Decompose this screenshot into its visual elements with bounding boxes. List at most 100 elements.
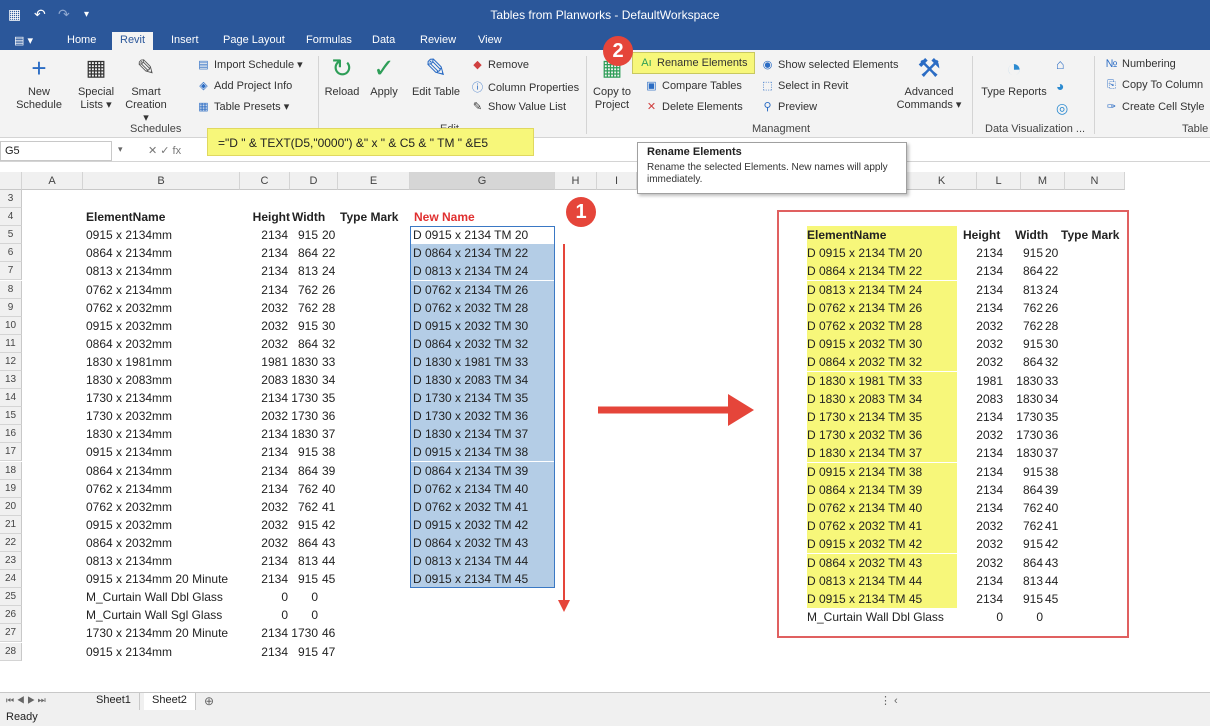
table-cell-new-name[interactable]: D 0762 x 2032 TM 28 [411,298,554,317]
table-cell-elementname[interactable]: 0915 x 2032mm [86,317,238,335]
table-cell-height[interactable]: 2134 [240,262,288,280]
row-header[interactable]: 10 [0,316,22,335]
table-cell-height[interactable]: 2134 [240,480,288,498]
table-cell-type-mark[interactable]: 47 [322,643,362,661]
table-cell-height[interactable]: 2032 [240,407,288,425]
table-cell-width[interactable]: 864 [290,335,320,353]
table-cell-type-mark[interactable]: 24 [322,262,362,280]
table-cell-height[interactable]: 2134 [240,244,288,262]
remove-button[interactable]: ◆ Remove [470,58,529,71]
column-header-i[interactable]: I [597,172,637,190]
create-cell-style-button[interactable]: ✑ Create Cell Style [1104,100,1205,113]
row-header[interactable]: 12 [0,352,22,371]
header-cell-width[interactable]: Width [292,208,340,226]
formula-fx-icon[interactable]: ✕ ✓ fx [148,144,181,157]
select-all-corner[interactable] [0,172,22,190]
table-cell-elementname[interactable]: 1830 x 1981mm [86,353,238,371]
row-header[interactable]: 8 [0,280,22,299]
table-cell-new-name[interactable]: D 0864 x 2134 TM 22 [411,244,554,263]
table-cell-new-name[interactable]: D 0915 x 2032 TM 30 [411,316,554,335]
row-header[interactable]: 16 [0,425,22,444]
row-header[interactable]: 5 [0,226,22,245]
column-properties-button[interactable]: ⓘ Column Properties [470,79,579,95]
row-header[interactable]: 4 [0,208,22,227]
table-cell-type-mark[interactable]: 36 [322,407,362,425]
table-cell-width[interactable]: 1730 [290,389,320,407]
table-cell-height[interactable]: 2134 [240,425,288,443]
table-cell-new-name[interactable]: D 0762 x 2134 TM 40 [411,479,554,498]
table-cell-new-name[interactable]: D 0813 x 2134 TM 24 [411,262,554,281]
table-cell-elementname[interactable]: 0762 x 2032mm [86,299,238,317]
table-presets-button[interactable]: ▦ Table Presets ▾ [196,100,289,113]
table-cell-width[interactable]: 0 [290,606,320,624]
table-cell-width[interactable]: 915 [290,516,320,534]
row-header[interactable]: 28 [0,642,22,661]
table-cell-width[interactable]: 813 [290,262,320,280]
table-cell-height[interactable]: 2134 [240,443,288,461]
table-cell-type-mark[interactable]: 44 [322,552,362,570]
table-cell-width[interactable]: 1730 [290,407,320,425]
table-cell-width[interactable]: 813 [290,552,320,570]
table-cell-new-name[interactable]: D 1730 x 2134 TM 35 [411,389,554,408]
row-header[interactable]: 7 [0,262,22,281]
table-cell-elementname[interactable]: M_Curtain Wall Dbl Glass [86,588,238,606]
table-cell-new-name[interactable]: D 0813 x 2134 TM 44 [411,552,554,570]
table-cell-new-name[interactable]: D 1830 x 2134 TM 37 [411,425,554,444]
row-header[interactable]: 20 [0,497,22,516]
compare-tables-button[interactable]: ▣ Compare Tables [644,79,742,92]
table-cell-width[interactable]: 915 [290,226,320,244]
row-header[interactable]: 24 [0,570,22,589]
rename-elements-button[interactable]: Aı Rename Elements [632,52,755,74]
table-cell-new-name[interactable]: D 0915 x 2134 TM 38 [411,443,554,462]
sheet-tab-sheet2[interactable]: Sheet2 [144,693,196,710]
table-cell-width[interactable]: 762 [290,498,320,516]
preview-button[interactable]: ⚲ Preview [760,100,817,113]
table-cell-elementname[interactable]: 0915 x 2134mm [86,443,238,461]
table-cell-width[interactable]: 915 [290,443,320,461]
table-cell-elementname[interactable]: 1830 x 2134mm [86,425,238,443]
show-selected-elements-button[interactable]: ◉ Show selected Elements [760,58,899,71]
table-cell-type-mark[interactable]: 22 [322,244,362,262]
tab-page-layout[interactable]: Page Layout [223,34,285,46]
table-cell-width[interactable]: 864 [290,244,320,262]
row-header[interactable]: 9 [0,298,22,317]
row-header[interactable]: 18 [0,461,22,480]
table-cell-height[interactable]: 2083 [240,371,288,389]
table-cell-new-name[interactable]: D 0915 x 2134 TM 45 [411,570,554,589]
table-cell-height[interactable]: 2032 [240,498,288,516]
table-cell-width[interactable]: 864 [290,534,320,552]
table-cell-elementname[interactable]: 0915 x 2134mm [86,226,238,244]
reload-button[interactable]: ↻ Reload [322,54,362,99]
table-cell-type-mark[interactable]: 28 [322,299,362,317]
row-header[interactable]: 3 [0,190,22,209]
column-header-l[interactable]: L [977,172,1021,190]
table-cell-height[interactable]: 2134 [240,226,288,244]
table-cell-height[interactable]: 2134 [240,624,288,642]
row-header[interactable]: 21 [0,515,22,534]
table-cell-width[interactable]: 762 [290,281,320,299]
add-project-info-button[interactable]: ◈ Add Project Info [196,79,292,92]
table-cell-elementname[interactable]: 0915 x 2134mm [86,643,238,661]
table-cell-type-mark[interactable]: 35 [322,389,362,407]
table-cell-width[interactable]: 864 [290,462,320,480]
chart-icon[interactable]: ◕ [1056,78,1064,94]
row-header[interactable]: 6 [0,244,22,263]
table-cell-type-mark[interactable]: 46 [322,624,362,642]
table-cell-elementname[interactable]: 0813 x 2134mm [86,552,238,570]
table-cell-type-mark[interactable]: 30 [322,317,362,335]
scroll-left-icon[interactable]: ⋮ ‹ [880,694,898,707]
table-cell-width[interactable]: 762 [290,299,320,317]
tab-formulas[interactable]: Formulas [306,34,352,46]
table-cell-elementname[interactable]: M_Curtain Wall Sgl Glass [86,606,238,624]
column-header-n[interactable]: N [1065,172,1125,190]
row-header[interactable]: 26 [0,606,22,625]
row-header[interactable]: 15 [0,407,22,426]
table-cell-type-mark[interactable]: 26 [322,281,362,299]
table-cell-width[interactable]: 762 [290,480,320,498]
table-cell-elementname[interactable]: 0915 x 2134mm 20 Minute [86,570,238,588]
column-header-d[interactable]: D [290,172,338,190]
column-header-g[interactable]: G [410,172,555,190]
table-cell-type-mark[interactable]: 41 [322,498,362,516]
tab-insert[interactable]: Insert [171,34,199,46]
table-cell-elementname[interactable]: 1730 x 2134mm [86,389,238,407]
